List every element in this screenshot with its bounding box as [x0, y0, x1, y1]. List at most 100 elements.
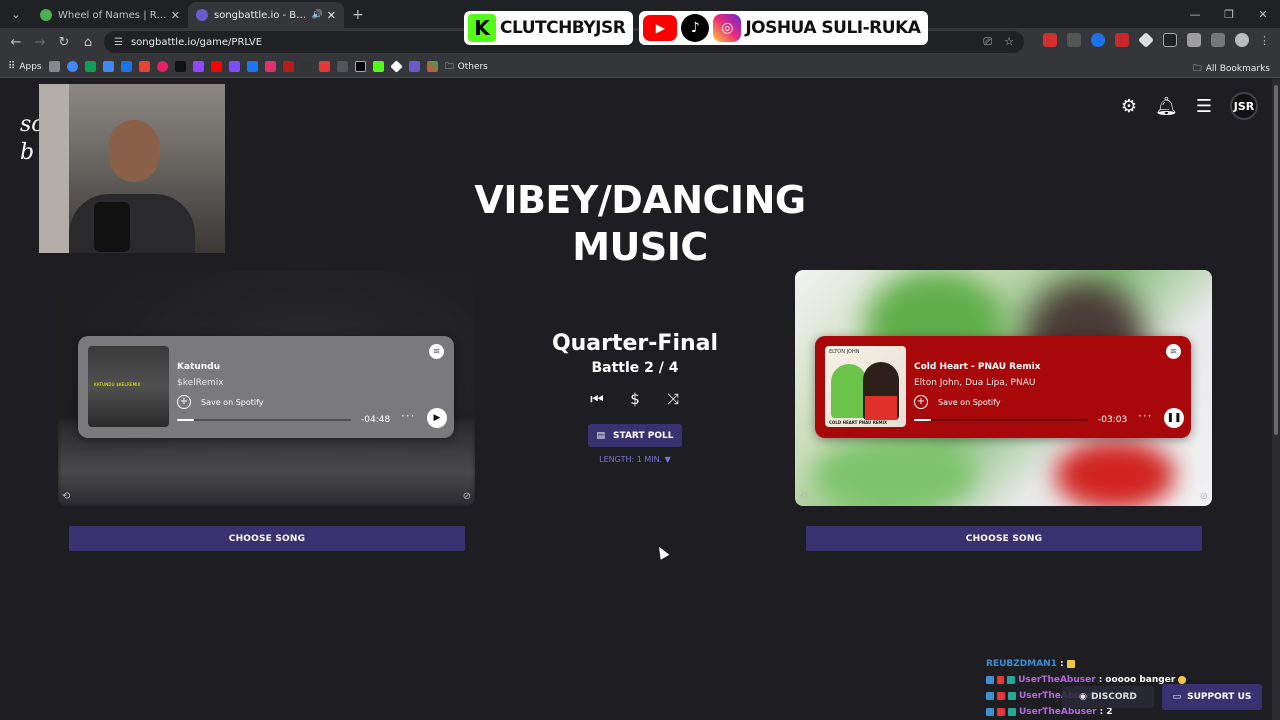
extension-icon[interactable]: [1067, 33, 1081, 47]
minimize-icon[interactable]: —: [1178, 0, 1212, 28]
bookmark-twitch-icon[interactable]: [192, 61, 204, 72]
more-options-icon[interactable]: ···: [401, 409, 415, 423]
more-options-icon[interactable]: ···: [1138, 409, 1152, 423]
bookmark-apps[interactable]: ⠿ Apps: [8, 61, 42, 72]
extension-icon[interactable]: [1163, 33, 1177, 47]
album-art-text: KATUNDU $KELREMIX: [94, 382, 141, 387]
back-icon[interactable]: ←: [4, 35, 28, 50]
tab-songbattle[interactable]: songbattle.io - Battle Songs 🔊 ✕: [188, 2, 344, 28]
track-meta: ≋ Katundu $kelRemix + Save on Spotify -0…: [169, 344, 447, 428]
puzzle-icon[interactable]: [1187, 33, 1201, 47]
choose-song-left-button[interactable]: CHOOSE SONG: [69, 526, 465, 551]
all-bookmarks[interactable]: 🗀 All Bookmarks: [1193, 61, 1270, 77]
profile-avatar-icon[interactable]: [1235, 33, 1249, 47]
bookmark-icon[interactable]: [318, 61, 330, 72]
coin-icon[interactable]: $: [626, 390, 644, 408]
bookmark-kick-icon[interactable]: [372, 61, 384, 72]
reload-icon[interactable]: ↻: [52, 35, 76, 50]
site-info-icon[interactable]: ☰: [114, 37, 123, 48]
category-title: VIBEY/DANCING MUSIC: [474, 178, 806, 269]
bookmark-icon[interactable]: [138, 61, 150, 72]
new-tab-button[interactable]: +: [344, 7, 372, 28]
bookmark-songbattle-icon[interactable]: [408, 61, 420, 72]
extension-icon[interactable]: [1138, 32, 1154, 48]
song-artist[interactable]: Elton John, Dua Lipa, PNAU: [914, 378, 1181, 388]
save-on-spotify-button[interactable]: + Save on Spotify: [914, 395, 1181, 409]
close-tab-icon[interactable]: ✕: [327, 9, 336, 22]
song-title[interactable]: Cold Heart - PNAU Remix: [914, 362, 1181, 372]
progress-bar[interactable]: [914, 419, 1088, 421]
spotify-icon[interactable]: ≋: [1166, 344, 1181, 359]
forward-icon[interactable]: →: [28, 35, 52, 50]
hide-icon[interactable]: ⊘: [1200, 491, 1208, 502]
support-us-button[interactable]: ▭ SUPPORT US: [1162, 684, 1262, 710]
bookmark-tiktok-icon[interactable]: [174, 61, 186, 72]
bookmark-icon[interactable]: [336, 61, 348, 72]
tab-search-icon[interactable]: ⌄: [4, 2, 28, 26]
bookmark-icon[interactable]: [426, 61, 438, 72]
wheel-favicon-icon: [40, 9, 52, 21]
webcam-overlay: [39, 84, 225, 253]
pause-icon[interactable]: ❚❚: [1164, 408, 1184, 428]
bell-icon[interactable]: 🔔︎: [1155, 96, 1178, 117]
cast-icon[interactable]: ⎚: [983, 35, 992, 49]
bookmark-icon[interactable]: [389, 60, 403, 73]
close-window-icon[interactable]: ✕: [1246, 0, 1280, 28]
bookmark-hq-icon[interactable]: [300, 61, 312, 72]
restore-icon[interactable]: ❐: [1212, 0, 1246, 28]
adblock-extension-icon[interactable]: [1043, 33, 1057, 47]
bookmark-instagram-icon[interactable]: [264, 61, 276, 72]
poll-length-select[interactable]: LENGTH: 1 MIN. ▼: [540, 455, 730, 464]
social-name: JOSHUA SULI-RUKA: [745, 18, 921, 38]
bookmark-x-icon[interactable]: [354, 61, 366, 72]
close-tab-icon[interactable]: ✕: [171, 9, 180, 22]
right-song-panel: ELTON JOHN COLD HEART PNAU REMIX ≋ Cold …: [795, 270, 1212, 506]
song-title[interactable]: Katundu: [177, 362, 444, 372]
tab-wheel-of-names[interactable]: Wheel of Names | Random nam ✕: [32, 2, 188, 28]
hide-icon[interactable]: ⊘: [463, 491, 471, 502]
bookmark-facebook-icon[interactable]: [246, 61, 258, 72]
start-poll-button[interactable]: ▤ START POLL: [588, 424, 682, 447]
shuffle-icon[interactable]: ⤨: [664, 390, 682, 408]
play-icon[interactable]: ▶: [427, 408, 447, 428]
menu-dots-icon[interactable]: ⋮: [1259, 34, 1270, 47]
progress-bar[interactable]: [177, 419, 351, 421]
pdf-extension-icon[interactable]: [1115, 33, 1129, 47]
bookmark-icon[interactable]: [228, 61, 240, 72]
bookmark-icon[interactable]: [120, 61, 132, 72]
bookmark-docs-icon[interactable]: [102, 61, 114, 72]
refresh-icon[interactable]: ⟲: [62, 491, 70, 502]
spotify-embed-left: KATUNDU $KELREMIX ≋ Katundu $kelRemix + …: [78, 336, 454, 438]
user-avatar[interactable]: JSR: [1230, 92, 1258, 120]
extensions-area: ⋮: [1043, 32, 1270, 48]
extension-icon[interactable]: [1091, 33, 1105, 47]
song-artist[interactable]: $kelRemix: [177, 378, 444, 388]
choose-song-right-button[interactable]: CHOOSE SONG: [806, 526, 1202, 551]
bookmark-icon[interactable]: [282, 61, 294, 72]
bookmark-icon[interactable]: [156, 61, 168, 72]
refresh-icon[interactable]: ⟲: [799, 491, 807, 502]
previous-icon[interactable]: ⏮: [588, 390, 606, 408]
discord-icon: ◉: [1079, 692, 1087, 702]
discord-button[interactable]: ◉ DISCORD: [1062, 686, 1154, 708]
badge-icon: [997, 708, 1005, 716]
bookmark-sheets-icon[interactable]: [84, 61, 96, 72]
reading-list-icon[interactable]: [1211, 33, 1225, 47]
badge-icon: [986, 692, 994, 700]
save-on-spotify-button[interactable]: + Save on Spotify: [177, 395, 444, 409]
page-scrollbar[interactable]: [1272, 79, 1280, 720]
gear-icon[interactable]: ⚙: [1121, 96, 1137, 117]
speaker-icon[interactable]: 🔊: [312, 10, 323, 20]
bookmark-google-icon[interactable]: [66, 61, 78, 72]
bookmark-folder-others[interactable]: 🗀 Others: [445, 59, 488, 75]
bookmark-star-icon[interactable]: ☆: [1004, 35, 1014, 49]
bookmark-grid-icon[interactable]: [48, 61, 60, 72]
bookmark-youtube-icon[interactable]: [210, 61, 222, 72]
support-label: SUPPORT US: [1187, 692, 1252, 702]
hamburger-menu-icon[interactable]: ☰: [1196, 96, 1212, 117]
home-icon[interactable]: ⌂: [76, 35, 100, 50]
left-song-panel: KATUNDU $KELREMIX ≋ Katundu $kelRemix + …: [58, 270, 475, 506]
songbattle-page: sc b ⚙ 🔔︎ ☰ JSR VIBEY/DANCING MUSIC KATU…: [0, 79, 1280, 720]
album-art-left: KATUNDU $KELREMIX: [88, 346, 169, 427]
spotify-icon[interactable]: ≋: [429, 344, 444, 359]
